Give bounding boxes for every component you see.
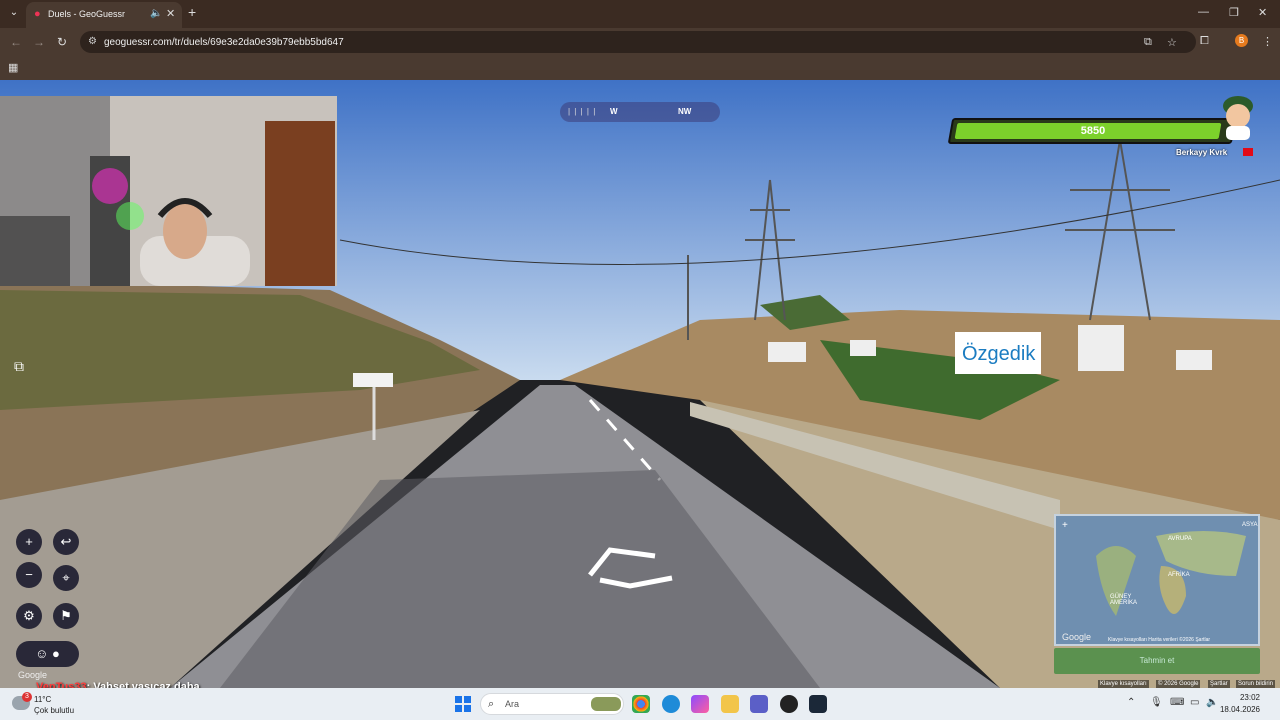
taskbar-search[interactable]: ⌕ Ara: [480, 693, 624, 715]
tab-strip: ⌄ ● Duels - GeoGuessr 🔈 ✕ + — ❐ ✕: [0, 0, 1280, 28]
microphone-icon[interactable]: 🎙: [1150, 697, 1163, 708]
bookmarks-bar: ▦: [0, 56, 1280, 80]
flag-icon[interactable]: ⚑: [53, 603, 79, 629]
map-footer: Klavye kısayolları Harita verileri ©2026…: [1108, 637, 1211, 643]
minimize-icon[interactable]: —: [1198, 6, 1209, 18]
new-tab-button[interactable]: +: [188, 5, 196, 19]
edge-icon[interactable]: [662, 695, 680, 713]
return-to-start-icon[interactable]: ⌖: [53, 565, 79, 591]
extensions-icon[interactable]: ⧠: [1200, 35, 1209, 48]
file-explorer-icon[interactable]: [721, 695, 739, 713]
tray-chevron-icon[interactable]: ⌃: [1127, 697, 1135, 708]
copilot-icon[interactable]: [691, 695, 709, 713]
player-name: Berkayy Kvrk: [1176, 148, 1228, 157]
windows-start-icon[interactable]: [455, 696, 471, 712]
map-label-africa: AFRİKA: [1168, 572, 1190, 578]
svg-text:Özgedik: Özgedik: [962, 343, 1036, 365]
weather-description[interactable]: Çok bulutlu: [34, 706, 74, 715]
compass: | | | | | W NW: [560, 102, 720, 122]
footer-keyboard-shortcuts[interactable]: Klavye kısayolları: [1098, 680, 1149, 688]
search-placeholder: Ara: [505, 699, 520, 709]
settings-gear-icon[interactable]: ⚙: [16, 603, 42, 629]
footer-copyright: © 2026 Google: [1156, 680, 1201, 688]
map-label-asia: ASYA: [1242, 522, 1258, 528]
player-avatar: [1223, 96, 1253, 140]
search-icon: ⌕: [488, 698, 495, 710]
menu-dots-icon[interactable]: ⋮: [1262, 35, 1273, 48]
undo-icon[interactable]: ↩: [53, 529, 79, 555]
panorama-icon[interactable]: ⧉: [14, 358, 24, 375]
zoom-in-button[interactable]: +: [16, 529, 42, 555]
speaker-icon[interactable]: 🔈: [150, 8, 162, 19]
footer-terms[interactable]: Şartlar: [1208, 680, 1230, 688]
zoom-out-button[interactable]: −: [16, 562, 42, 588]
chrome-icon[interactable]: [632, 695, 650, 713]
guess-minimap[interactable]: AVRUPA ASYA AFRİKA GÜNEY AMERİKA + Googl…: [1054, 514, 1260, 646]
weather-badge: 3: [22, 692, 32, 702]
back-icon[interactable]: ←: [10, 35, 22, 49]
guess-button[interactable]: Tahmin et: [1054, 648, 1260, 674]
emote-button[interactable]: ☺ ●: [16, 641, 79, 667]
apps-grid-icon[interactable]: ▦: [8, 61, 18, 74]
browser-toolbar: ← → ↻ ⚙ geoguessr.com/tr/duels/69e3e2da0…: [0, 28, 1280, 56]
address-bar[interactable]: ⚙ geoguessr.com/tr/duels/69e3e2da0e39b79…: [80, 31, 1196, 53]
search-highlight-icon: [591, 697, 621, 711]
tab-duels[interactable]: ● Duels - GeoGuessr 🔈 ✕: [26, 2, 182, 28]
clock-time[interactable]: 23:02: [1220, 693, 1260, 702]
map-label-south-america: GÜNEY AMERİKA: [1110, 594, 1138, 606]
map-label-europe: AVRUPA: [1168, 536, 1192, 542]
webcam-overlay: [0, 96, 337, 286]
tab-title: Duels - GeoGuessr: [48, 9, 126, 19]
profile-avatar[interactable]: B: [1235, 34, 1248, 47]
close-window-icon[interactable]: ✕: [1258, 6, 1267, 19]
map-zoom-in-icon[interactable]: +: [1062, 520, 1068, 531]
compass-northwest-label: NW: [678, 107, 692, 116]
install-app-icon[interactable]: ⧉: [1144, 36, 1152, 49]
teams-icon[interactable]: [750, 695, 768, 713]
footer-report-problem[interactable]: Sorun bildirin: [1236, 680, 1276, 688]
forward-icon[interactable]: →: [33, 35, 45, 49]
restore-icon[interactable]: ❐: [1229, 6, 1239, 19]
tab-search-icon[interactable]: ⌄: [6, 5, 22, 21]
geoguessr-favicon-icon: ●: [34, 8, 41, 20]
network-icon[interactable]: ▭: [1190, 697, 1199, 708]
steam-icon[interactable]: [809, 695, 827, 713]
reload-icon[interactable]: ↻: [57, 35, 67, 49]
street-google-logo: Google: [18, 670, 48, 680]
weather-temperature[interactable]: 11°C: [34, 695, 51, 704]
compass-ticks: | | | | |: [568, 107, 597, 116]
map-google-logo: Google: [1062, 632, 1092, 642]
url-text: geoguessr.com/tr/duels/69e3e2da0e39b79eb…: [104, 37, 344, 48]
obs-icon[interactable]: [780, 695, 798, 713]
clock-date[interactable]: 18.04.2026: [1210, 705, 1260, 714]
windows-taskbar: 3 11°C Çok bulutlu ⌕ Ara ⌃ 🎙 ⌨ ▭ 🔈 23:02…: [0, 688, 1280, 720]
bookmark-star-icon[interactable]: ☆: [1167, 36, 1177, 49]
turkey-flag-icon: [1243, 148, 1253, 156]
site-info-icon[interactable]: ⚙: [88, 36, 97, 47]
compass-west-label: W: [610, 107, 618, 116]
keyboard-icon[interactable]: ⌨: [1170, 697, 1184, 708]
close-tab-icon[interactable]: ✕: [166, 7, 175, 20]
health-value: 5850: [1080, 125, 1106, 137]
